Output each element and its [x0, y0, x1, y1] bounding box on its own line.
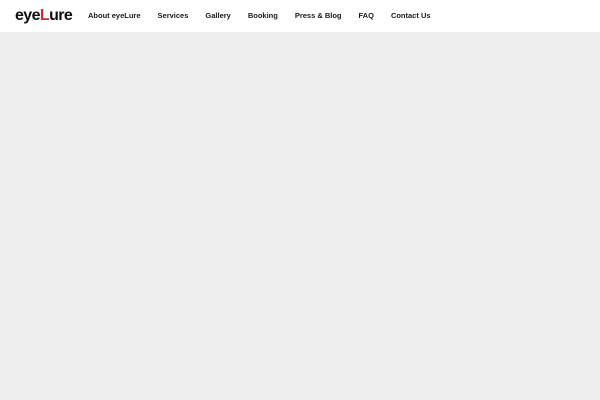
page-content-area [0, 32, 600, 400]
logo-text-accent-l: L [39, 7, 50, 24]
nav-item-gallery[interactable]: Gallery [205, 0, 230, 32]
nav-item-about-eyelure[interactable]: About eyeLure [88, 0, 141, 32]
site-header: eye Lure About eyeLure Services Gallery B… [0, 0, 600, 32]
logo-text-ure: ure [49, 7, 73, 24]
nav-item-press-blog[interactable]: Press & Blog [295, 0, 342, 32]
nav-item-faq[interactable]: FAQ [359, 0, 374, 32]
nav-item-services[interactable]: Services [158, 0, 189, 32]
nav-item-booking[interactable]: Booking [248, 0, 278, 32]
eyelure-logo[interactable]: eye Lure [15, 6, 73, 26]
logo-text-eye: eye [15, 7, 41, 24]
main-nav: About eyeLure Services Gallery Booking P… [88, 0, 448, 32]
nav-item-contact-us[interactable]: Contact Us [391, 0, 431, 32]
